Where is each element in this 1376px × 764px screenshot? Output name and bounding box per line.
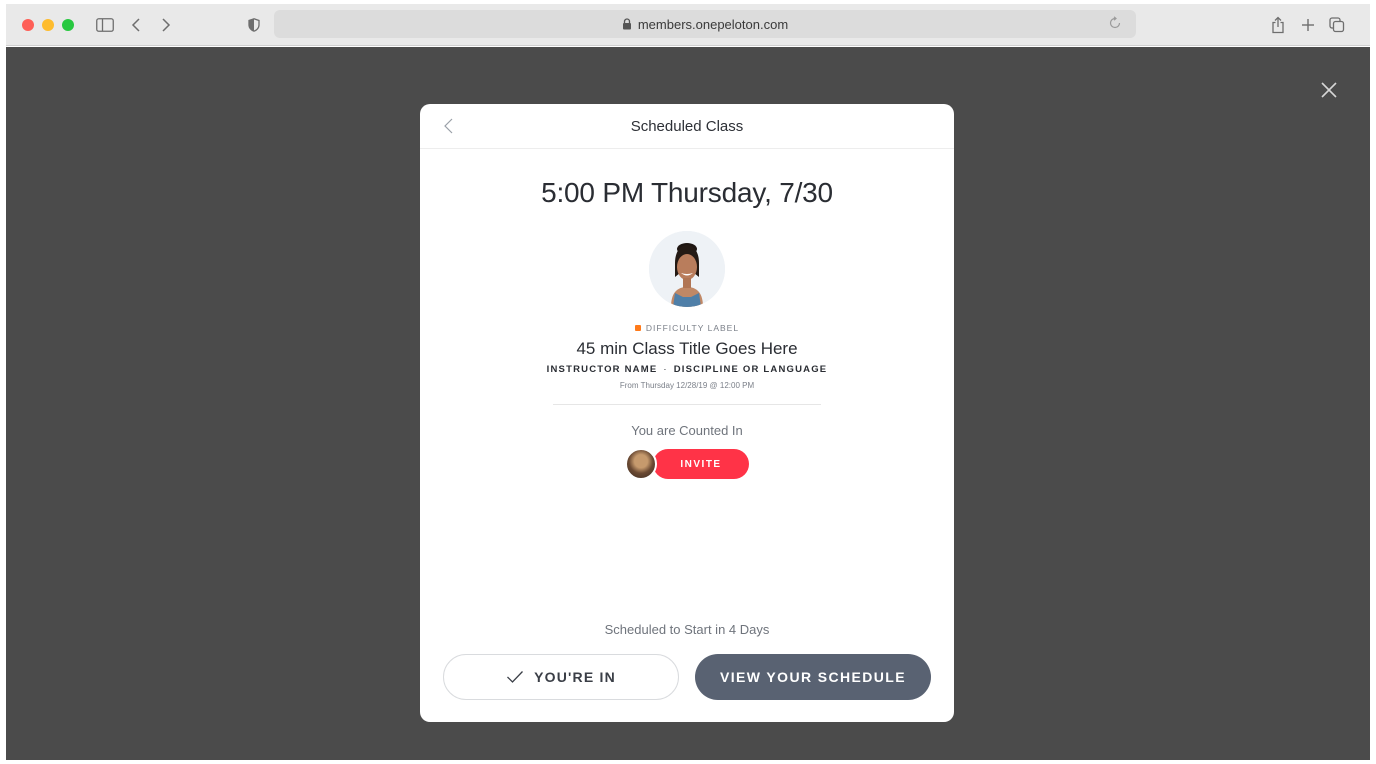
class-datetime: 5:00 PM Thursday, 7/30 <box>541 177 833 208</box>
modal-title: Scheduled Class <box>630 117 744 135</box>
counted-in-text: You are Counted In <box>631 423 743 438</box>
starts-in-text: Scheduled to Start in 4 Days <box>604 622 770 637</box>
address-bar[interactable]: members.onepeloton.com <box>274 10 1136 38</box>
class-title: 45 min Class Title Goes Here <box>576 339 798 358</box>
meta-separator: · <box>663 364 668 375</box>
reload-icon[interactable] <box>1108 16 1122 33</box>
user-avatar <box>625 448 657 480</box>
instructor-avatar <box>649 231 725 307</box>
forward-icon[interactable] <box>158 14 174 36</box>
lock-icon <box>622 18 632 30</box>
youre-in-label: YOU'RE IN <box>534 669 616 685</box>
check-icon <box>506 670 524 684</box>
back-icon[interactable] <box>128 14 144 36</box>
class-meta: INSTRUCTOR NAME · DISCIPLINE OR LANGUAGE <box>420 364 954 375</box>
difficulty-label: DIFFICULTY LABEL <box>420 323 954 333</box>
invite-button[interactable]: INVITE <box>653 449 749 479</box>
shield-icon[interactable] <box>246 14 262 36</box>
instructor-name: INSTRUCTOR NAME <box>546 364 658 375</box>
share-icon[interactable] <box>1270 14 1286 36</box>
difficulty-dot-icon <box>634 325 641 331</box>
divider <box>553 404 821 405</box>
scheduled-class-modal: Scheduled Class 5:00 PM Thursday, 7/30 D… <box>420 104 954 722</box>
back-chevron-icon[interactable] <box>442 116 458 136</box>
action-buttons: YOU'RE IN VIEW YOUR SCHEDULE <box>443 654 931 700</box>
view-schedule-button[interactable]: VIEW YOUR SCHEDULE <box>695 654 931 700</box>
url-text: members.onepeloton.com <box>637 16 789 32</box>
sidebar-icon[interactable] <box>94 14 116 36</box>
close-icon[interactable] <box>1318 79 1340 101</box>
discipline: DISCIPLINE OR LANGUAGE <box>673 364 828 375</box>
youre-in-button[interactable]: YOU'RE IN <box>443 654 679 700</box>
tabs-overview-icon[interactable] <box>1328 14 1346 36</box>
zoom-window-button[interactable] <box>62 19 74 31</box>
close-window-button[interactable] <box>22 19 34 31</box>
modal-header: Scheduled Class <box>420 104 954 149</box>
difficulty-text: DIFFICULTY LABEL <box>645 323 740 333</box>
modal-backdrop[interactable]: Scheduled Class 5:00 PM Thursday, 7/30 D… <box>6 47 1370 760</box>
invite-row: INVITE <box>420 448 954 480</box>
minimize-window-button[interactable] <box>42 19 54 31</box>
new-tab-icon[interactable] <box>1300 14 1316 36</box>
from-date: From Thursday 12/28/19 @ 12:00 PM <box>619 381 755 390</box>
browser-toolbar: members.onepeloton.com <box>6 4 1370 46</box>
